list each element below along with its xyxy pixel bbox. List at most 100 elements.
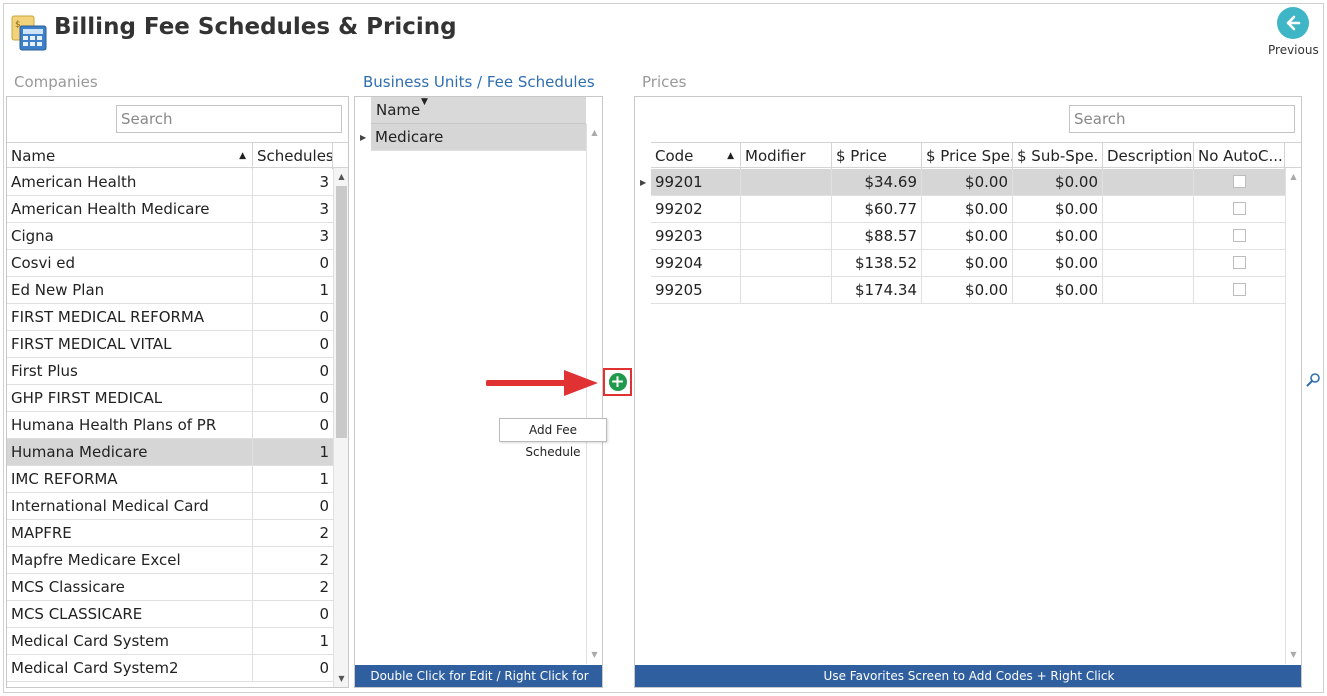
- sub-spe-value: $0.00: [1013, 277, 1103, 303]
- price-value: $174.34: [832, 277, 922, 303]
- company-row[interactable]: Cosvi ed 0: [7, 250, 333, 277]
- price-modifier: [741, 223, 832, 249]
- company-row[interactable]: MAPFRE 2: [7, 520, 333, 547]
- company-name: FIRST MEDICAL REFORMA: [7, 304, 253, 330]
- company-row[interactable]: IMC REFORMA 1: [7, 466, 333, 493]
- scroll-down-arrow-icon[interactable]: ▼: [334, 672, 348, 686]
- company-name: Humana Medicare: [7, 439, 253, 465]
- company-row[interactable]: Humana Health Plans of PR 0: [7, 412, 333, 439]
- column-header-sub-spe[interactable]: $ Sub-Spe.: [1013, 143, 1103, 169]
- column-header-code[interactable]: Code ▲: [651, 143, 741, 169]
- filter-icon[interactable]: ▼: [421, 97, 428, 107]
- company-name: IMC REFORMA: [7, 466, 253, 492]
- price-row[interactable]: 99205 $174.34 $0.00 $0.00: [651, 277, 1285, 304]
- company-schedules-count: 1: [319, 281, 329, 299]
- column-header-name-label: Name: [11, 147, 56, 165]
- no-autoc-checkbox[interactable]: [1233, 283, 1246, 296]
- price-code: 99205: [651, 277, 741, 303]
- company-row[interactable]: International Medical Card 0: [7, 493, 333, 520]
- company-name: Cosvi ed: [7, 250, 253, 276]
- companies-grid-header: Name ▲ Schedules: [7, 142, 348, 169]
- company-schedules-count: 0: [319, 254, 329, 272]
- prices-scrollbar[interactable]: ▲ ▼: [1285, 168, 1301, 664]
- prices-grid-header: Code ▲ Modifier $ Price $ Price Spe. $ S…: [651, 142, 1301, 169]
- price-description: [1103, 196, 1194, 222]
- company-row[interactable]: American Health 3: [7, 169, 333, 196]
- company-name: Ed New Plan: [7, 277, 253, 303]
- company-schedules-count: 1: [319, 632, 329, 650]
- scroll-down-arrow-icon[interactable]: ▼: [587, 648, 602, 662]
- no-autoc-checkbox[interactable]: [1233, 202, 1246, 215]
- column-header-modifier[interactable]: Modifier: [741, 143, 832, 169]
- company-schedules-count: 0: [319, 389, 329, 407]
- column-header-no-autoc[interactable]: No AutoC...: [1194, 143, 1285, 169]
- column-header-price-spe[interactable]: $ Price Spe.: [922, 143, 1013, 169]
- company-name: American Health: [7, 169, 253, 195]
- no-autoc-checkbox[interactable]: [1233, 256, 1246, 269]
- prices-panel: Code ▲ Modifier $ Price $ Price Spe. $ S…: [634, 96, 1302, 688]
- scrollbar-thumb[interactable]: [336, 186, 347, 438]
- price-value: $60.77: [832, 196, 922, 222]
- company-row[interactable]: Ed New Plan 1: [7, 277, 333, 304]
- price-description: [1103, 223, 1194, 249]
- companies-search-input[interactable]: [116, 105, 342, 133]
- price-row[interactable]: 99204 $138.52 $0.00 $0.00: [651, 250, 1285, 277]
- company-schedules-count: 0: [319, 605, 329, 623]
- company-row[interactable]: FIRST MEDICAL VITAL 0: [7, 331, 333, 358]
- prices-search-input[interactable]: [1069, 105, 1295, 133]
- price-value: $88.57: [832, 223, 922, 249]
- company-schedules-count: 0: [319, 497, 329, 515]
- scroll-up-arrow-icon[interactable]: ▲: [1286, 170, 1301, 184]
- company-row[interactable]: Medical Card System 1: [7, 628, 333, 655]
- column-header-schedules[interactable]: Schedules: [253, 143, 333, 169]
- company-schedules-count: 0: [319, 335, 329, 353]
- company-row[interactable]: MCS CLASSICARE 0: [7, 601, 333, 628]
- no-autoc-checkbox[interactable]: [1233, 229, 1246, 242]
- price-code: 99203: [651, 223, 741, 249]
- company-row[interactable]: FIRST MEDICAL REFORMA 0: [7, 304, 333, 331]
- magnifier-icon[interactable]: [1305, 372, 1321, 388]
- fee-schedule-row[interactable]: Medicare: [371, 124, 586, 151]
- companies-section-label: Companies: [14, 73, 98, 91]
- no-autoc-checkbox[interactable]: [1233, 175, 1246, 188]
- price-row[interactable]: 99201 $34.69 $0.00 $0.00: [651, 169, 1285, 196]
- company-row[interactable]: American Health Medicare 3: [7, 196, 333, 223]
- sub-spe-value: $0.00: [1013, 250, 1103, 276]
- company-row[interactable]: MCS Classicare 2: [7, 574, 333, 601]
- company-row[interactable]: GHP FIRST MEDICAL 0: [7, 385, 333, 412]
- row-indicator-icon: ▶: [360, 133, 367, 142]
- previous-label: Previous: [1268, 43, 1319, 57]
- company-row[interactable]: Mapfre Medicare Excel 2: [7, 547, 333, 574]
- company-row[interactable]: Cigna 3: [7, 223, 333, 250]
- sort-ascending-icon: ▲: [239, 151, 246, 161]
- add-fee-schedule-button[interactable]: +: [603, 368, 632, 396]
- column-header-name[interactable]: Name ▲: [7, 143, 253, 169]
- company-name: Humana Health Plans of PR: [7, 412, 253, 438]
- price-modifier: [741, 277, 832, 303]
- price-row[interactable]: 99203 $88.57 $0.00 $0.00: [651, 223, 1285, 250]
- fee-schedules-header[interactable]: Name ▼: [371, 97, 586, 124]
- price-spe-value: $0.00: [922, 169, 1013, 195]
- price-description: [1103, 277, 1194, 303]
- fee-schedules-footer: Double Click for Edit / Right Click for …: [355, 665, 602, 687]
- column-header-price[interactable]: $ Price: [832, 143, 922, 169]
- add-fee-schedule-tooltip: Add Fee Schedule: [499, 418, 607, 459]
- price-modifier: [741, 196, 832, 222]
- sub-spe-value: $0.00: [1013, 169, 1103, 195]
- column-header-description[interactable]: Description: [1103, 143, 1194, 169]
- scroll-up-arrow-icon[interactable]: ▲: [587, 126, 602, 140]
- scroll-up-arrow-icon[interactable]: ▲: [334, 170, 348, 184]
- company-schedules-count: 0: [319, 659, 329, 677]
- fee-schedules-section-label: Business Units / Fee Schedules: [363, 73, 595, 91]
- company-row[interactable]: Humana Medicare 1: [7, 439, 333, 466]
- company-row[interactable]: First Plus 0: [7, 358, 333, 385]
- fee-schedule-name: Medicare: [375, 128, 444, 146]
- company-row[interactable]: Medical Card System2 0: [7, 655, 333, 682]
- price-modifier: [741, 250, 832, 276]
- price-spe-value: $0.00: [922, 250, 1013, 276]
- company-schedules-count: 3: [319, 200, 329, 218]
- price-row[interactable]: 99202 $60.77 $0.00 $0.00: [651, 196, 1285, 223]
- previous-button[interactable]: Previous: [1268, 6, 1319, 60]
- scroll-down-arrow-icon[interactable]: ▼: [1286, 648, 1301, 662]
- companies-scrollbar[interactable]: ▲ ▼: [333, 168, 348, 687]
